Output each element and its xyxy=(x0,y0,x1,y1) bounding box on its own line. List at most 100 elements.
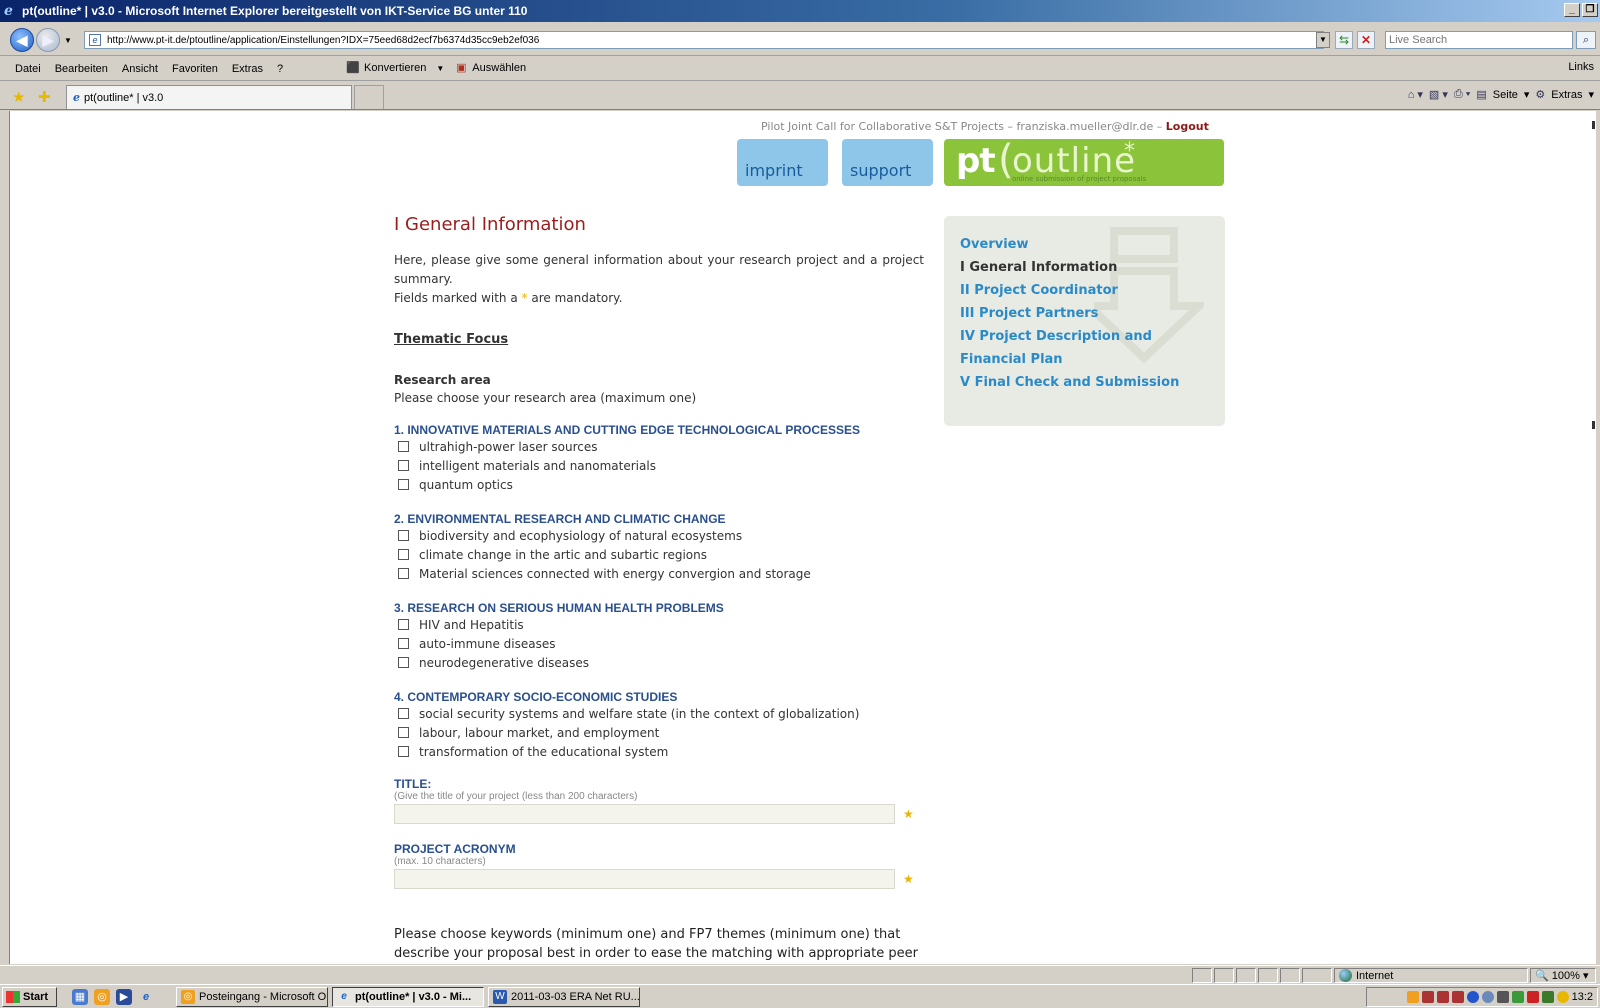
feeds-icon[interactable]: ▧ ▾ xyxy=(1429,88,1448,101)
url-input[interactable] xyxy=(107,34,1297,46)
option-label: ultrahigh-power laser sources xyxy=(419,439,598,454)
quicklaunch-media-icon[interactable]: ▶ xyxy=(116,989,132,1005)
security-zone[interactable]: Internet xyxy=(1334,968,1528,983)
checkbox[interactable] xyxy=(398,619,409,630)
quicklaunch-outlook-icon[interactable]: ◎ xyxy=(94,989,110,1005)
taskbar-button-label: 2011-03-03 ERA Net RU... xyxy=(511,991,640,1003)
new-tab-button[interactable] xyxy=(354,85,384,109)
start-button[interactable]: Start xyxy=(2,987,57,1007)
option-row[interactable]: intelligent materials and nanomaterials xyxy=(394,456,924,475)
print-icon[interactable]: ⎙ ▾ xyxy=(1454,88,1470,101)
option-row[interactable]: HIV and Hepatitis xyxy=(394,615,924,634)
links-toolbar[interactable]: Links xyxy=(1568,61,1594,73)
checkbox[interactable] xyxy=(398,568,409,579)
nav-final-check[interactable]: V Final Check and Submission xyxy=(960,371,1225,394)
tray-outlook-icon[interactable] xyxy=(1406,991,1419,1003)
stop-icon[interactable]: ✕ xyxy=(1357,31,1375,49)
quicklaunch-ie-icon[interactable]: e xyxy=(138,989,154,1005)
nav-project-description[interactable]: IV Project Description and Financial Pla… xyxy=(960,325,1216,371)
refresh-icon[interactable]: ⇆ xyxy=(1335,31,1353,49)
acronym-input[interactable] xyxy=(394,869,895,889)
address-dropdown-button[interactable]: ▼ xyxy=(1316,32,1330,48)
favorites-star-icon[interactable]: ★ xyxy=(12,88,25,106)
quicklaunch-desktop-icon[interactable]: ▦ xyxy=(72,989,88,1005)
option-row[interactable]: ultrahigh-power laser sources xyxy=(394,437,924,456)
extras-menu[interactable]: Extras xyxy=(1551,89,1582,101)
title-input[interactable] xyxy=(394,804,895,824)
checkbox[interactable] xyxy=(398,479,409,490)
scroll-marker xyxy=(1592,421,1595,429)
nav-general-information[interactable]: I General Information xyxy=(960,256,1225,279)
page-viewport: Pilot Joint Call for Collaborative S&T P… xyxy=(9,111,1596,964)
search-input[interactable] xyxy=(1386,32,1572,48)
taskbar: Start ▦ ◎ ▶ e ◎ Posteingang - Microsoft … xyxy=(0,984,1600,1008)
home-icon[interactable]: ⌂ ▾ xyxy=(1408,88,1423,101)
add-favorites-icon[interactable]: ✚ xyxy=(38,88,51,106)
tray-network-icon[interactable] xyxy=(1436,991,1449,1003)
tray-update-icon[interactable] xyxy=(1481,991,1494,1003)
checkbox[interactable] xyxy=(398,638,409,649)
option-label: Material sciences connected with energy … xyxy=(419,566,811,581)
extras-dropdown-icon[interactable]: ▾ xyxy=(1588,88,1594,101)
ptoutline-logo[interactable]: pt ( outline * online submission of proj… xyxy=(944,137,1224,186)
menu-bearbeiten[interactable]: Bearbeiten xyxy=(48,63,115,75)
checkbox[interactable] xyxy=(398,727,409,738)
nav-project-coordinator[interactable]: II Project Coordinator xyxy=(960,279,1225,302)
convert-icon: ⬛ xyxy=(346,62,360,74)
address-bar[interactable]: e xyxy=(84,31,1324,49)
tray-power-icon[interactable] xyxy=(1556,991,1569,1003)
seite-dropdown-icon[interactable]: ▾ xyxy=(1524,88,1530,101)
menu-help[interactable]: ? xyxy=(270,63,290,75)
konvertieren-button[interactable]: Konvertieren xyxy=(364,62,426,74)
zoom-control[interactable]: 🔍 100% ▾ xyxy=(1530,968,1596,983)
option-row[interactable]: quantum optics xyxy=(394,475,924,494)
menu-extras[interactable]: Extras xyxy=(225,63,270,75)
checkbox[interactable] xyxy=(398,657,409,668)
tray-security-icon[interactable] xyxy=(1511,991,1524,1003)
tray-network-icon[interactable] xyxy=(1451,991,1464,1003)
recent-pages-dropdown[interactable]: ▼ xyxy=(64,36,72,45)
tray-mcafee-icon[interactable] xyxy=(1526,991,1539,1003)
konvertieren-dropdown-icon[interactable]: ▼ xyxy=(436,64,444,73)
taskbar-button-ie[interactable]: e pt(outline* | v3.0 - Mi... xyxy=(332,987,484,1007)
tray-antivirus-icon[interactable] xyxy=(1541,991,1554,1003)
checkbox[interactable] xyxy=(398,460,409,471)
nav-project-partners[interactable]: III Project Partners xyxy=(960,302,1225,325)
tray-network-icon[interactable] xyxy=(1421,991,1434,1003)
option-row[interactable]: neurodegenerative diseases xyxy=(394,653,924,672)
option-row[interactable]: Material sciences connected with energy … xyxy=(394,564,924,583)
taskbar-button-outlook[interactable]: ◎ Posteingang - Microsoft O... xyxy=(176,987,328,1007)
imprint-button[interactable]: imprint xyxy=(737,139,828,186)
logout-link[interactable]: Logout xyxy=(1166,120,1209,133)
option-row[interactable]: transformation of the educational system xyxy=(394,742,924,761)
back-button[interactable]: ◀ xyxy=(10,28,34,52)
user-info: Pilot Joint Call for Collaborative S&T P… xyxy=(761,120,1209,133)
search-box[interactable] xyxy=(1385,31,1573,49)
seite-menu[interactable]: Seite xyxy=(1493,89,1518,101)
taskbar-button-word[interactable]: W 2011-03-03 ERA Net RU... xyxy=(488,987,640,1007)
tray-volume-icon[interactable] xyxy=(1496,991,1509,1003)
checkbox[interactable] xyxy=(398,530,409,541)
option-row[interactable]: social security systems and welfare stat… xyxy=(394,704,924,723)
option-row[interactable]: biodiversity and ecophysiology of natura… xyxy=(394,526,924,545)
menu-favoriten[interactable]: Favoriten xyxy=(165,63,225,75)
support-button[interactable]: support xyxy=(842,139,933,186)
checkbox[interactable] xyxy=(398,746,409,757)
start-label: Start xyxy=(23,991,49,1003)
nav-overview[interactable]: Overview xyxy=(960,233,1225,256)
tab-ptoutline[interactable]: e pt(outline* | v3.0 xyxy=(66,85,352,109)
search-icon[interactable]: ⌕ xyxy=(1576,31,1596,49)
auswaehlen-button[interactable]: Auswählen xyxy=(472,62,526,74)
tray-bluetooth-icon[interactable] xyxy=(1466,991,1479,1003)
restore-button[interactable]: ❐ xyxy=(1582,3,1598,17)
menu-ansicht[interactable]: Ansicht xyxy=(115,63,165,75)
option-row[interactable]: climate change in the artic and subartic… xyxy=(394,545,924,564)
checkbox[interactable] xyxy=(398,441,409,452)
option-row[interactable]: labour, labour market, and employment xyxy=(394,723,924,742)
minimize-button[interactable]: _ xyxy=(1564,3,1580,17)
checkbox[interactable] xyxy=(398,708,409,719)
menu-datei[interactable]: Datei xyxy=(8,63,48,75)
forward-button[interactable]: ▶ xyxy=(36,28,60,52)
option-row[interactable]: auto-immune diseases xyxy=(394,634,924,653)
checkbox[interactable] xyxy=(398,549,409,560)
